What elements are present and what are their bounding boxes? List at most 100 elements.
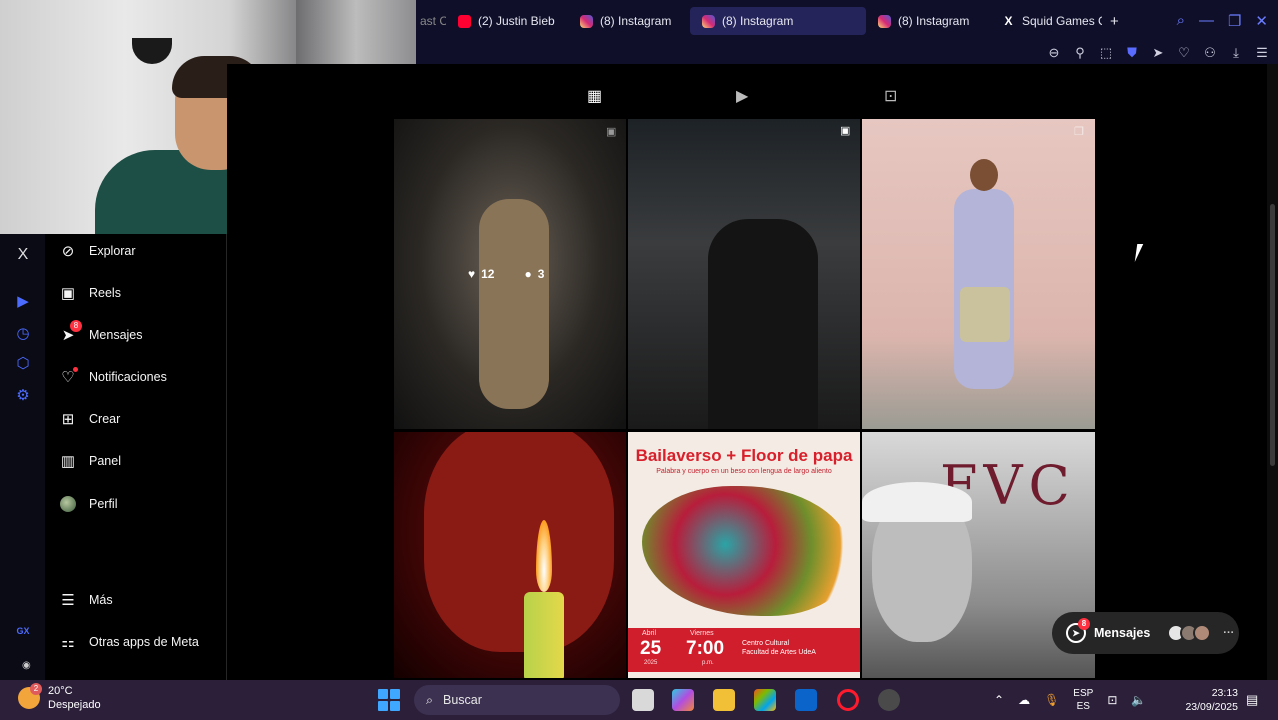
x-icon[interactable]: X (13, 246, 33, 264)
tab-instagram-1[interactable]: (8) Instagram (568, 7, 690, 35)
search-placeholder: Buscar (443, 693, 482, 707)
post-tile-5-poster[interactable]: Bailaverso + Floor de papa Palabra y cue… (628, 432, 860, 678)
task-view-icon[interactable] (632, 689, 654, 711)
weather-icon: 2 (18, 683, 42, 709)
windows-start-icon[interactable] (378, 689, 400, 711)
microphone-icon[interactable]: 🎙 (1044, 693, 1059, 707)
nav-label: Mensajes (89, 328, 143, 342)
browser-sidebar-strip: X ▶ ◷ ⬡ ⚙ GX (0, 234, 45, 680)
close-window-icon[interactable]: ✕ (1255, 12, 1268, 30)
profile-icon[interactable]: ⚇ (1202, 45, 1218, 61)
messages-pill[interactable]: ➤ 8 Mensajes ··· (1052, 612, 1239, 654)
post-figure (479, 199, 549, 409)
nav-label: Explorar (89, 244, 136, 258)
send-icon[interactable]: ➤ (1150, 45, 1166, 61)
reels-icon[interactable]: ▶ (736, 86, 748, 106)
scrollbar-thumb[interactable] (1270, 204, 1275, 466)
reels-icon: ▣ (60, 285, 76, 302)
copilot-icon[interactable] (672, 689, 694, 711)
menu-icon[interactable]: ☰ (1254, 45, 1270, 61)
search-tabs-icon[interactable]: ⌕ (1177, 12, 1185, 30)
comment-icon: ● (524, 267, 532, 281)
heart-icon: ♥ (468, 267, 476, 281)
browser-tabbar: ast C (2) Justin Bieb (8) Instagram (8) … (416, 0, 1278, 42)
tab-label: Squid Games C (1022, 14, 1102, 28)
nav-reels[interactable]: ▣ Reels (59, 284, 121, 302)
x-icon: X (1004, 13, 1013, 28)
network-icon[interactable]: ⊡ (1107, 693, 1117, 707)
opera-gx-icon[interactable] (837, 689, 859, 711)
language-indicator[interactable]: ESP ES (1073, 687, 1093, 713)
player-icon[interactable]: ▶ (13, 292, 33, 310)
snapshot-icon[interactable]: ⬚ (1098, 45, 1114, 61)
instagram-icon (580, 14, 593, 28)
tab-instagram-active[interactable]: (8) Instagram (690, 7, 866, 35)
weather-widget[interactable]: 2 20°C Despejado (18, 683, 101, 712)
carousel-icon: ❐ (1074, 126, 1084, 138)
nav-perfil[interactable]: Perfil (59, 495, 117, 513)
heart-icon: ♡ (59, 367, 78, 386)
maximize-icon[interactable]: ❐ (1228, 12, 1241, 30)
outlook-icon[interactable] (795, 689, 817, 711)
post-figure (708, 219, 818, 429)
nav-notificaciones[interactable]: ♡ Notificaciones (59, 367, 167, 386)
volume-icon[interactable]: 🔈 (1131, 693, 1146, 707)
minimize-icon[interactable]: — (1199, 12, 1214, 30)
tab-x[interactable]: X Squid Games C (990, 7, 1102, 35)
clock[interactable]: 23:13 23/09/2025 (1178, 686, 1238, 714)
settings-icon[interactable]: ⚙ (13, 386, 33, 404)
poster-venue-line2: Facultad de Artes UdeA (742, 649, 816, 656)
tab-label: (2) Justin Bieb (478, 14, 555, 28)
grid-icon[interactable]: ▦ (587, 86, 602, 106)
nav-panel[interactable]: ▥ Panel (59, 452, 121, 470)
download-icon[interactable]: ⤓ (1228, 45, 1244, 61)
heart-icon[interactable]: ♡ (1176, 45, 1192, 61)
tab-instagram-3[interactable]: (8) Instagram (866, 7, 990, 35)
instagram-icon (878, 14, 891, 28)
nav-explorar[interactable]: ⊘ Explorar (59, 242, 136, 260)
file-explorer-icon[interactable] (713, 689, 735, 711)
tab-label: (8) Instagram (898, 14, 970, 28)
poster-year: 2025 (644, 660, 658, 666)
zoom-out-icon[interactable]: ⊖ (1046, 45, 1062, 61)
post-tile-3[interactable]: ❐ (862, 119, 1095, 429)
store-icon[interactable] (754, 689, 776, 711)
chatgpt-icon[interactable] (878, 689, 900, 711)
notification-dot (73, 367, 78, 372)
extensions-icon[interactable]: ⬡ (13, 354, 33, 372)
gx-corner-icon[interactable]: ◉ (22, 660, 31, 671)
new-tab-button[interactable]: + (1102, 7, 1132, 35)
nav-label: Reels (89, 286, 121, 300)
shield-icon[interactable]: ⛊ (1124, 45, 1140, 61)
messages-badge: 8 (70, 320, 82, 332)
screen: ast C (2) Justin Bieb (8) Instagram (8) … (0, 0, 1278, 720)
search-icon: ⌕ (426, 692, 434, 707)
nav-mensajes[interactable]: ➤ 8 Mensajes (59, 320, 143, 344)
history-icon[interactable]: ◷ (13, 324, 33, 342)
tagged-icon[interactable]: ⊡ (884, 86, 897, 106)
page-scrollbar[interactable] (1267, 64, 1278, 680)
post-figure-shorts (960, 287, 1010, 342)
weather-badge: 2 (30, 683, 42, 695)
onedrive-icon[interactable]: ☁ (1018, 693, 1030, 707)
poster-date-band: Abril 25 2025 Viernes 7:00 p.m. Centro C… (628, 628, 860, 672)
poster-time: 7:00 (686, 638, 725, 659)
profile-avatar (59, 495, 77, 513)
taskbar-search[interactable]: ⌕ Buscar (414, 685, 620, 715)
browser-toolbar: ⊖ ⚲ ⬚ ⛊ ➤ ♡ ⚇ ⤓ ☰ (416, 42, 1278, 64)
tab-youtube[interactable]: (2) Justin Bieb (446, 7, 568, 35)
chevron-up-icon[interactable]: ⌃ (994, 693, 1004, 707)
clock-date: 23/09/2025 (1185, 701, 1238, 713)
notifications-icon[interactable]: ▤ (1246, 692, 1258, 708)
post-tile-4[interactable] (394, 432, 626, 678)
window-controls: ⌕ — ❐ ✕ (1177, 12, 1278, 30)
gx-icon[interactable]: GX (13, 626, 33, 636)
nav-otras-apps[interactable]: ⚏ Otras apps de Meta (59, 633, 199, 651)
post-tile-2[interactable]: ▣ (628, 119, 860, 429)
nav-crear[interactable]: ⊞ Crear (59, 410, 121, 428)
poster-time-suffix: p.m. (702, 660, 714, 666)
tab-partial[interactable]: ast C (416, 7, 446, 35)
pin-icon[interactable]: ⚲ (1072, 45, 1088, 61)
nav-mas[interactable]: ☰ Más (59, 591, 112, 609)
comments-stat: ● 3 (524, 267, 544, 281)
